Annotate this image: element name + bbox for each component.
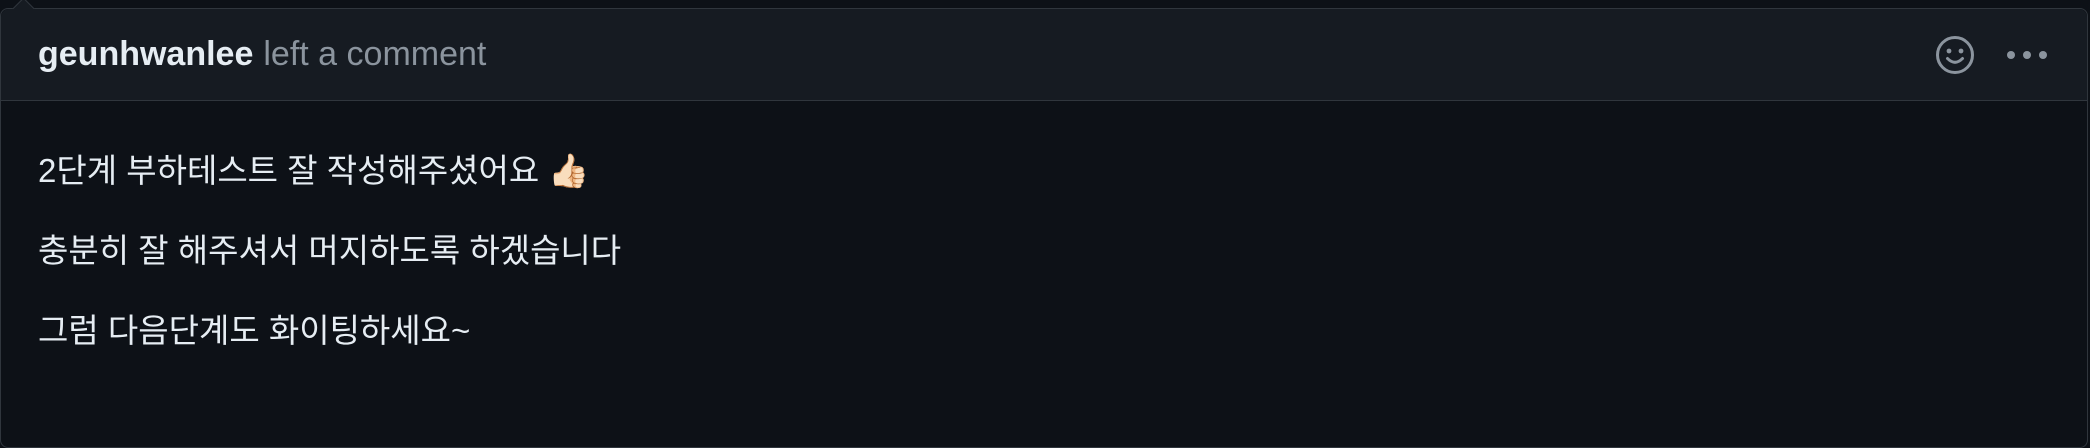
comment-paragraph: 충분히 잘 해주셔서 머지하도록 하겠습니다 [38,232,622,269]
comment-author[interactable]: geunhwanlee [38,35,253,74]
comment-body: 2단계 부하테스트 잘 작성해주셨어요 👍🏻 충분히 잘 해주셔서 머지하도록 … [1,101,2087,351]
comment-paragraph: 그럼 다음단계도 화이팅하세요~ [38,312,471,349]
smiley-icon [1936,35,1974,74]
more-options-button[interactable] [2005,33,2049,77]
comment-header: geunhwanlee left a comment [1,9,2087,101]
comment-action-text: left a comment [263,35,487,73]
kebab-horizontal-icon [2007,50,2047,59]
comment-box: geunhwanlee left a comment 2단계 부하테스트 잘 작… [0,0,2088,448]
add-reaction-button[interactable] [1933,33,1977,77]
comment-paragraph: 2단계 부하테스트 잘 작성해주셨어요 👍🏻 [38,152,590,189]
comment-header-actions [1933,33,2049,77]
